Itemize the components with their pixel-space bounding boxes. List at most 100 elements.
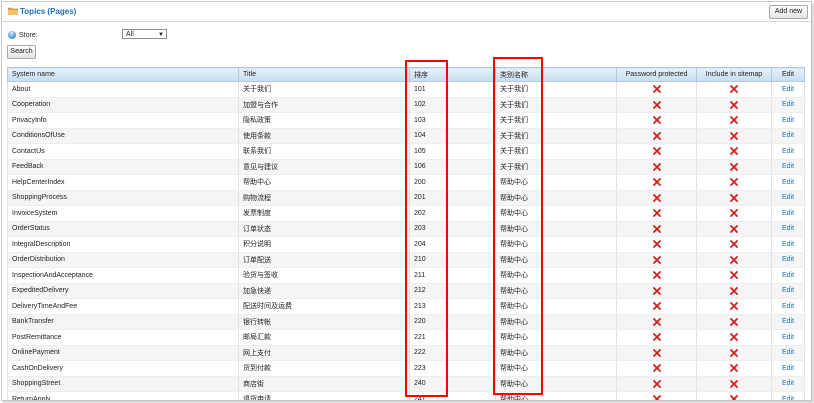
include-in-sitemap-cell [696,159,772,175]
password-protected-cell [616,97,697,113]
edit-link[interactable]: Edit [782,318,794,325]
page-header: Topics (Pages) Add new [2,2,811,22]
system-name-cell: ShoppingStreet [7,376,239,392]
title-cell: 退货申请 [238,391,410,400]
order-cell: 221 [409,329,496,346]
edit-cell: Edit [771,252,805,268]
order-cell: 200 [409,174,496,191]
add-new-button[interactable]: Add new [769,5,808,19]
x-icon [730,193,738,202]
column-header-order[interactable]: 排序 [409,67,496,82]
x-icon [730,317,738,326]
title-cell: 购物流程 [238,190,410,206]
title-cell: 验货与签收 [238,267,410,284]
order-cell: 211 [409,267,496,284]
system-name-cell: ContactUs [7,143,239,160]
x-icon [730,302,738,311]
order-cell: 202 [409,205,496,222]
x-icon [652,348,661,357]
category-cell: 帮助中心 [495,283,617,299]
edit-link[interactable]: Edit [782,148,794,155]
edit-link[interactable]: Edit [782,380,794,387]
system-name-cell: InspectionAndAcceptance [7,267,239,284]
edit-link[interactable]: Edit [782,396,794,400]
edit-link[interactable]: Edit [782,179,794,186]
include-in-sitemap-cell [696,174,772,191]
search-button[interactable]: Search [7,45,36,59]
title-cell: 加盟与合作 [238,97,410,113]
category-cell: 关于我们 [495,128,617,144]
edit-link[interactable]: Edit [782,117,794,124]
x-icon [652,224,661,233]
system-name-cell: CashOnDelivery [7,360,239,377]
edit-cell: Edit [771,298,805,315]
category-cell: 帮助中心 [495,391,617,400]
password-protected-cell [616,314,697,330]
edit-link[interactable]: Edit [782,303,794,310]
edit-link[interactable]: Edit [782,334,794,341]
edit-cell: Edit [771,221,805,237]
title-cell: 加急快递 [238,283,410,299]
edit-link[interactable]: Edit [782,101,794,108]
title-cell: 订单状态 [238,221,410,237]
column-header-category[interactable]: 类别名称 [495,67,617,82]
order-cell: 102 [409,97,496,113]
table-row: ContactUs 联系我们 105 关于我们 Edit [7,143,805,160]
system-name-cell: About [7,81,239,98]
title-cell: 隐私政策 [238,112,410,129]
column-header-title[interactable]: Title [238,67,410,82]
edit-cell: Edit [771,314,805,330]
order-cell: 210 [409,252,496,268]
info-icon[interactable]: ? [8,31,16,39]
include-in-sitemap-cell [696,190,772,206]
chevron-down-icon: ▼ [158,32,164,38]
edit-link[interactable]: Edit [782,272,794,279]
topics-table: System name Title 排序 类别名称 Password prote… [7,67,805,400]
edit-link[interactable]: Edit [782,86,794,93]
category-cell: 帮助中心 [495,267,617,284]
edit-cell: Edit [771,190,805,206]
edit-link[interactable]: Edit [782,256,794,263]
x-icon [652,240,661,249]
edit-link[interactable]: Edit [782,194,794,201]
category-cell: 帮助中心 [495,236,617,253]
system-name-cell: ReturnApply [7,391,239,400]
x-icon [652,395,661,400]
edit-link[interactable]: Edit [782,225,794,232]
edit-link[interactable]: Edit [782,287,794,294]
include-in-sitemap-cell [696,345,772,361]
edit-link[interactable]: Edit [782,349,794,356]
include-in-sitemap-cell [696,236,772,253]
system-name-cell: HelpCenterIndex [7,174,239,191]
column-header-password-protected[interactable]: Password protected [616,67,697,82]
include-in-sitemap-cell [696,314,772,330]
order-cell: 223 [409,360,496,377]
title-cell: 银行转帐 [238,314,410,330]
store-label: Store: [19,31,38,39]
category-cell: 帮助中心 [495,190,617,206]
x-icon [652,100,661,109]
edit-link[interactable]: Edit [782,241,794,248]
include-in-sitemap-cell [696,81,772,98]
x-icon [730,224,738,233]
x-icon [652,178,661,187]
column-header-include-in-sitemap[interactable]: Include in sitemap [696,67,772,82]
system-name-cell: PrivacyInfo [7,112,239,129]
order-cell: 104 [409,128,496,144]
table-row: ConditionsOfUse 使用条款 104 关于我们 Edit [7,128,805,144]
order-cell: 240 [409,376,496,392]
password-protected-cell [616,159,697,175]
order-cell: 201 [409,190,496,206]
edit-link[interactable]: Edit [782,210,794,217]
column-header-system-name[interactable]: System name [7,67,239,82]
table-row: OrderDistribution 订单配送 210 帮助中心 Edit [7,252,805,268]
include-in-sitemap-cell [696,391,772,400]
edit-link[interactable]: Edit [782,163,794,170]
edit-link[interactable]: Edit [782,132,794,139]
store-select[interactable]: All ▼ [122,29,167,39]
x-icon [652,286,661,295]
category-cell: 帮助中心 [495,345,617,361]
category-cell: 帮助中心 [495,298,617,315]
table-row: HelpCenterIndex 帮助中心 200 帮助中心 Edit [7,174,805,191]
edit-link[interactable]: Edit [782,365,794,372]
